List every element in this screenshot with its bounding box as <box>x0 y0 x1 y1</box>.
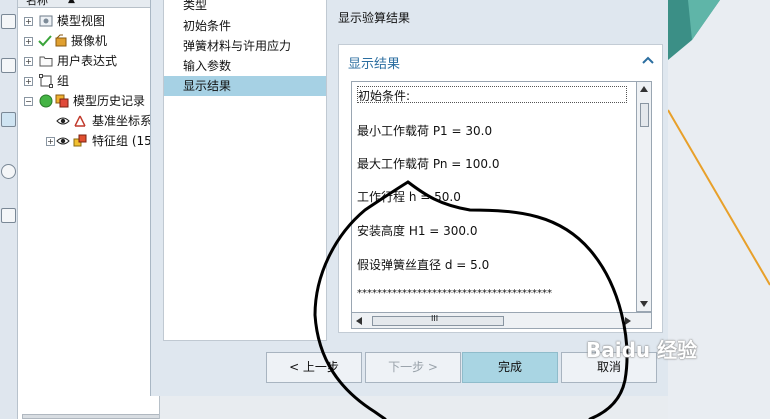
watermark: Baidu 经验 <box>586 338 698 362</box>
